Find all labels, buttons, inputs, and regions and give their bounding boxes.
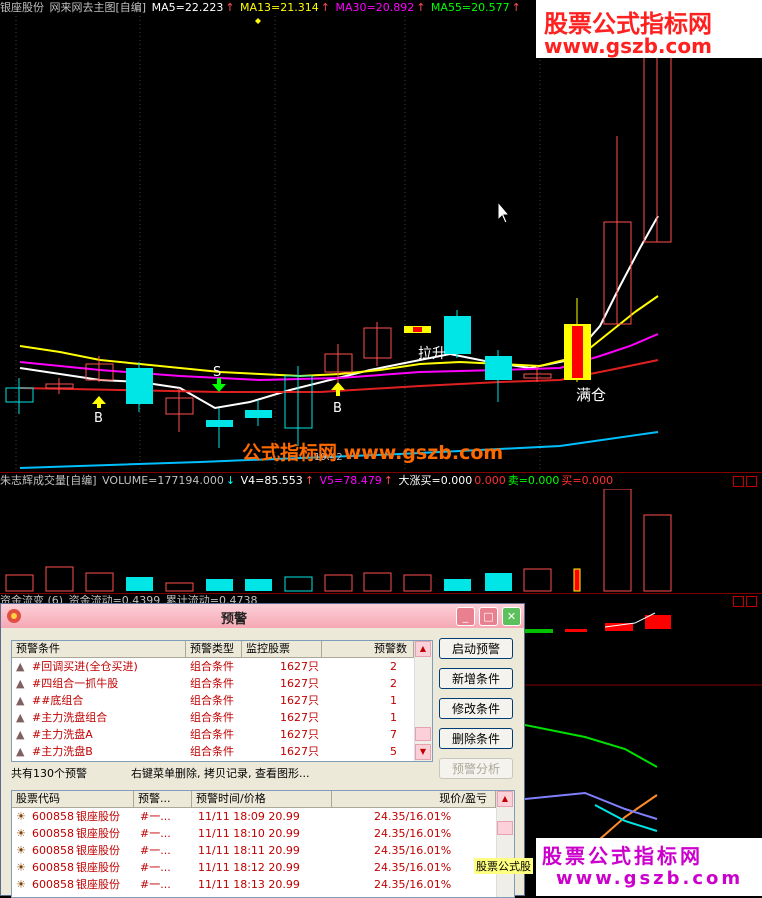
maximize-button[interactable]: □ xyxy=(479,607,498,626)
alert-bell-icon: ▲ xyxy=(16,728,25,741)
candle xyxy=(485,356,512,380)
alert-bell-icon: ▲ xyxy=(16,745,25,758)
scroll-thumb[interactable] xyxy=(415,727,431,741)
scroll-thumb[interactable] xyxy=(497,821,513,835)
panel-restore-icon[interactable] xyxy=(733,476,744,487)
sell-label: S xyxy=(213,365,221,380)
up-arrow-icon: ↑ xyxy=(225,1,235,14)
volume-value: VOLUME=177194.000 xyxy=(102,474,224,487)
app-logo-icon xyxy=(7,609,21,623)
buy-label: B xyxy=(333,401,342,416)
watermark-mid: 公式指标网 www.gszb.com xyxy=(242,442,504,464)
up-arrow-icon: ↑ xyxy=(416,1,426,14)
watermark-top: 股票公式指标网 www.gszb.com xyxy=(536,0,762,58)
table-header: 股票代码 预警... 预警时间/价格 现价/盈亏 xyxy=(12,791,496,808)
buy-label: B xyxy=(94,411,103,426)
candle xyxy=(206,420,233,427)
up-arrow-icon: ↑ xyxy=(320,1,330,14)
delete-condition-button[interactable]: 删除条件 xyxy=(439,728,513,749)
panel-close-icon[interactable] xyxy=(746,476,757,487)
watermark-bottom: 股票公式指标网 www.gszb.com xyxy=(536,838,762,896)
alert-dialog: 预警 _ □ ✕ 预警条件 预警类型 监控股票 预警数 ▲ #回调买进(全仓买进)… xyxy=(0,603,525,898)
stock-name: 银座股份 xyxy=(0,1,44,14)
vertical-scrollbar[interactable]: ▲ ▼ xyxy=(414,641,432,761)
dialog-title: 预警 xyxy=(221,612,248,627)
start-alert-button[interactable]: 启动预警 xyxy=(439,638,513,659)
main-chart-header: 银座股份 网来网去主图[自编] MA5=22.223 ↑ MA13=21.314 ↑… xyxy=(0,0,523,16)
alert-bell-icon: ▲ xyxy=(16,694,25,707)
candle xyxy=(126,368,153,404)
sell-arrow-icon xyxy=(212,378,226,392)
up-arrow-icon: ↑ xyxy=(304,474,315,487)
up-arrow-icon: ↑ xyxy=(383,474,393,487)
alert-analysis-button[interactable]: 预警分析 xyxy=(439,758,513,779)
hint-text: 右键菜单删除, 拷贝记录, 查看图形... xyxy=(131,767,310,780)
minimize-button[interactable]: _ xyxy=(456,607,475,626)
ma13-value: MA13=21.314 xyxy=(240,1,319,14)
sun-icon: ☀ xyxy=(16,827,26,840)
scroll-up-icon[interactable]: ▲ xyxy=(415,641,431,657)
alert-record-table[interactable]: 股票代码 预警... 预警时间/价格 现价/盈亏 ☀ 600858 银座股份 #一..… xyxy=(11,790,515,898)
volume-indicator-name[interactable]: 朱志辉成交量[自编] xyxy=(0,474,97,487)
candle xyxy=(444,316,471,354)
alert-condition-table[interactable]: 预警条件 预警类型 监控股票 预警数 ▲ #回调买进(全仓买进) 组合条件 1627只… xyxy=(11,640,433,762)
main-indicator-name[interactable]: 网来网去主图[自编] xyxy=(50,1,147,14)
mouse-cursor-icon xyxy=(497,200,511,224)
dialog-titlebar[interactable]: 预警 _ □ ✕ xyxy=(1,604,524,628)
alert-bell-icon: ▲ xyxy=(16,711,25,724)
buy-arrow-icon xyxy=(331,382,345,396)
sun-icon: ☀ xyxy=(16,844,26,857)
lasheng-label: 拉升 xyxy=(418,346,446,362)
panel-restore-icon[interactable] xyxy=(733,596,744,607)
vertical-scrollbar[interactable]: ▲ xyxy=(496,791,514,897)
volume-header: 朱志辉成交量[自编] VOLUME=177194.000 ↓ V4=85.553 ↑… xyxy=(0,474,614,487)
up-arrow-icon: ↑ xyxy=(511,1,521,14)
scroll-down-icon[interactable]: ▼ xyxy=(415,744,431,760)
v5-value: V5=78.479 xyxy=(319,474,382,487)
scroll-up-icon[interactable]: ▲ xyxy=(497,791,513,807)
volume-chart[interactable] xyxy=(0,489,762,593)
v4-value: V4=85.553 xyxy=(240,474,303,487)
candlestick-chart[interactable]: B S B 拉升 满仓 19.42 xyxy=(0,16,762,472)
mancang-label: 满仓 xyxy=(576,386,606,404)
alert-count-text: 共有130个预警 xyxy=(11,767,87,780)
sun-icon: ☀ xyxy=(16,878,26,891)
ma30-value: MA30=20.892 xyxy=(335,1,415,14)
panel-close-icon[interactable] xyxy=(746,596,757,607)
alert-bell-icon: ▲ xyxy=(16,660,25,673)
sun-icon: ☀ xyxy=(16,861,26,874)
add-condition-button[interactable]: 新增条件 xyxy=(439,668,513,689)
dazhang-value: 大涨买=0.000 xyxy=(398,474,473,487)
edit-condition-button[interactable]: 修改条件 xyxy=(439,698,513,719)
sun-icon: ☀ xyxy=(16,810,26,823)
candle xyxy=(245,410,272,418)
buy-arrow-icon xyxy=(92,396,106,408)
ma5-value: MA5=22.223 xyxy=(151,1,224,14)
alert-bell-icon: ▲ xyxy=(16,677,25,690)
table-header: 预警条件 预警类型 监控股票 预警数 xyxy=(12,641,414,658)
ma55-value: MA55=20.577 xyxy=(430,1,510,14)
down-arrow-icon: ↓ xyxy=(225,474,236,487)
close-button[interactable]: ✕ xyxy=(502,607,521,626)
watermark-tag: 股票公式股 xyxy=(474,858,533,874)
